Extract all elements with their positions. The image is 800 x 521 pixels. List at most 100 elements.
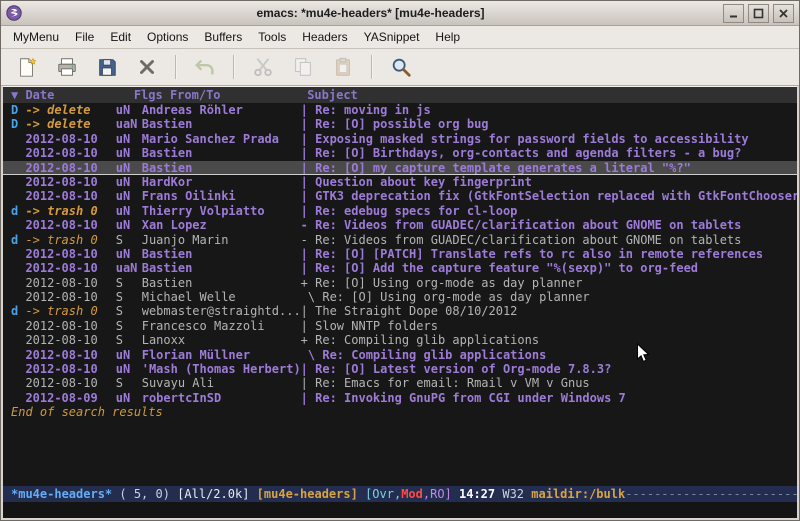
message-row[interactable]: 2012-08-10 uN Frans Oilinki | GTK3 depre… bbox=[3, 189, 797, 203]
message-subject: | Exposing masked strings for password f… bbox=[301, 132, 797, 146]
menu-item-file[interactable]: File bbox=[67, 27, 102, 47]
toolbar-separator bbox=[175, 55, 177, 79]
copy-icon bbox=[292, 56, 314, 78]
message-flags: S bbox=[116, 319, 142, 333]
message-subject: | Re: [O] Birthdays, org-contacts and ag… bbox=[301, 146, 797, 160]
message-subject: + Re: [O] Using org-mode as day planner bbox=[301, 276, 797, 290]
menu-item-help[interactable]: Help bbox=[427, 27, 468, 47]
menu-item-buffers[interactable]: Buffers bbox=[196, 27, 250, 47]
maximize-button[interactable] bbox=[748, 4, 769, 23]
message-subject: \ Re: [O] Using org-mode as day planner bbox=[301, 290, 797, 304]
print-icon bbox=[56, 56, 78, 78]
message-row[interactable]: D -> delete uN Andreas Röhler | Re: movi… bbox=[3, 103, 797, 117]
mark-char bbox=[11, 161, 25, 174]
message-row[interactable]: 2012-08-09 uN robertcInSD | Re: Invoking… bbox=[3, 391, 797, 405]
mark-char bbox=[11, 146, 25, 160]
modeline-segment-plain bbox=[249, 487, 256, 501]
close-button[interactable] bbox=[773, 4, 794, 23]
toolbar-close-buffer-button[interactable] bbox=[133, 53, 161, 81]
message-list: D -> delete uN Andreas Röhler | Re: movi… bbox=[3, 103, 797, 405]
message-row[interactable]: 2012-08-10 S Michael Welle \ Re: [O] Usi… bbox=[3, 290, 797, 304]
toolbar bbox=[1, 49, 799, 86]
toolbar-separator bbox=[233, 55, 235, 79]
headers-column-header[interactable]: ▼ Date Flgs From/To Subject bbox=[3, 87, 797, 103]
modeline-segment-bright: [All/2.0k] bbox=[177, 487, 249, 501]
message-row[interactable]: 2012-08-10 uN Mario Sanchez Prada | Expo… bbox=[3, 132, 797, 146]
menu-item-edit[interactable]: Edit bbox=[102, 27, 139, 47]
menu-item-tools[interactable]: Tools bbox=[250, 27, 294, 47]
mark-char bbox=[11, 175, 25, 189]
message-row[interactable]: d -> trash 0 S webmaster@straightd... | … bbox=[3, 304, 797, 318]
modeline-segment-plain: ( 5, 0) bbox=[112, 487, 177, 501]
toolbar-print-button[interactable] bbox=[53, 53, 81, 81]
message-date: 2012-08-10 bbox=[25, 132, 115, 146]
toolbar-separator bbox=[371, 55, 373, 79]
title-bar[interactable]: emacs: *mu4e-headers* [mu4e-headers] bbox=[1, 1, 799, 26]
modeline-segment-buffer: *mu4e-headers* bbox=[11, 487, 112, 501]
mark-char: d bbox=[11, 204, 25, 218]
message-row[interactable]: d -> trash 0 uN Thierry Volpiatto | Re: … bbox=[3, 204, 797, 218]
message-row[interactable]: 2012-08-10 uN 'Mash (Thomas Herbert) | R… bbox=[3, 362, 797, 376]
toolbar-paste-button bbox=[329, 53, 357, 81]
message-date: 2012-08-10 bbox=[25, 218, 115, 232]
message-row[interactable]: D -> delete uaN Bastien | Re: [O] possib… bbox=[3, 117, 797, 131]
message-subject: | Re: Emacs for email: Rmail v VM v Gnus bbox=[301, 376, 797, 390]
minimize-button[interactable] bbox=[723, 4, 744, 23]
message-flags: uN bbox=[116, 189, 142, 203]
modeline-segment-plain bbox=[358, 487, 365, 501]
message-from: Andreas Röhler bbox=[142, 103, 301, 117]
message-flags: uN bbox=[116, 218, 142, 232]
message-from: Suvayu Ali bbox=[142, 376, 301, 390]
toolbar-new-file-button[interactable] bbox=[13, 53, 41, 81]
mark-char bbox=[11, 319, 25, 333]
message-subject: | The Straight Dope 08/10/2012 bbox=[301, 304, 797, 318]
toolbar-undo-button bbox=[191, 53, 219, 81]
menu-item-options[interactable]: Options bbox=[139, 27, 196, 47]
message-row[interactable]: 2012-08-10 uN Bastien | Re: [O] [PATCH] … bbox=[3, 247, 797, 261]
message-row[interactable]: 2012-08-10 S Lanoxx + Re: Compiling glib… bbox=[3, 333, 797, 347]
message-row[interactable]: 2012-08-10 uN Bastien | Re: [O] my captu… bbox=[3, 161, 797, 175]
mark-char bbox=[11, 247, 25, 261]
message-row[interactable]: 2012-08-10 S Bastien + Re: [O] Using org… bbox=[3, 276, 797, 290]
modeline-segment-mode: [mu4e-headers] bbox=[257, 487, 358, 501]
message-date: 2012-08-10 bbox=[25, 376, 115, 390]
message-subject: | Re: [O] my capture template generates … bbox=[301, 161, 797, 174]
message-row[interactable]: 2012-08-10 uaN Bastien | Re: [O] Add the… bbox=[3, 261, 797, 275]
message-row[interactable]: 2012-08-10 uN Xan Lopez - Re: Videos fro… bbox=[3, 218, 797, 232]
save-icon bbox=[96, 56, 118, 78]
mode-line[interactable]: *mu4e-headers* ( 5, 0) [All/2.0k] [mu4e-… bbox=[3, 486, 797, 502]
toolbar-cut-button bbox=[249, 53, 277, 81]
message-row[interactable]: 2012-08-10 uN Bastien | Re: [O] Birthday… bbox=[3, 146, 797, 160]
close-buffer-icon bbox=[136, 56, 158, 78]
menu-item-mymenu[interactable]: MyMenu bbox=[5, 27, 67, 47]
message-subject: - Re: Videos from GUADEC/clarification a… bbox=[301, 233, 797, 247]
mark-char: d bbox=[11, 304, 25, 318]
message-date: 2012-08-10 bbox=[25, 333, 115, 347]
message-row[interactable]: 2012-08-10 S Suvayu Ali | Re: Emacs for … bbox=[3, 376, 797, 390]
toolbar-save-button[interactable] bbox=[93, 53, 121, 81]
minibuffer-echo-area[interactable] bbox=[3, 502, 797, 518]
message-flags: uaN bbox=[116, 261, 142, 275]
toolbar-search-button[interactable] bbox=[387, 53, 415, 81]
message-flags: S bbox=[116, 290, 142, 304]
message-flags: uaN bbox=[116, 117, 142, 131]
mark-char bbox=[11, 218, 25, 232]
message-from: Florian Müllner bbox=[142, 348, 301, 362]
mu4e-headers-buffer: D -> delete uN Andreas Röhler | Re: movi… bbox=[3, 103, 797, 486]
message-row[interactable]: 2012-08-10 uN Florian Müllner \ Re: Comp… bbox=[3, 348, 797, 362]
modeline-segment-dashes: ----------------------------------------… bbox=[625, 487, 797, 501]
menu-item-headers[interactable]: Headers bbox=[294, 27, 355, 47]
message-row[interactable]: d -> trash 0 S Juanjo Marin - Re: Videos… bbox=[3, 233, 797, 247]
message-row[interactable]: 2012-08-10 S Francesco Mazzoli | Slow NN… bbox=[3, 319, 797, 333]
mark-char: D bbox=[11, 117, 25, 131]
message-row[interactable]: 2012-08-10 uN HardKor | Question about k… bbox=[3, 175, 797, 189]
new-file-icon bbox=[16, 56, 38, 78]
message-from: Bastien bbox=[142, 276, 301, 290]
buffer-empty-space bbox=[3, 420, 797, 486]
message-date: 2012-08-10 bbox=[25, 362, 115, 376]
mark-char bbox=[11, 261, 25, 275]
message-subject: | Re: [O] possible org bug bbox=[301, 117, 797, 131]
menu-item-yasnippet[interactable]: YASnippet bbox=[356, 27, 428, 47]
message-from: Bastien bbox=[142, 247, 301, 261]
message-subject: | Re: [O] Latest version of Org-mode 7.8… bbox=[301, 362, 797, 376]
